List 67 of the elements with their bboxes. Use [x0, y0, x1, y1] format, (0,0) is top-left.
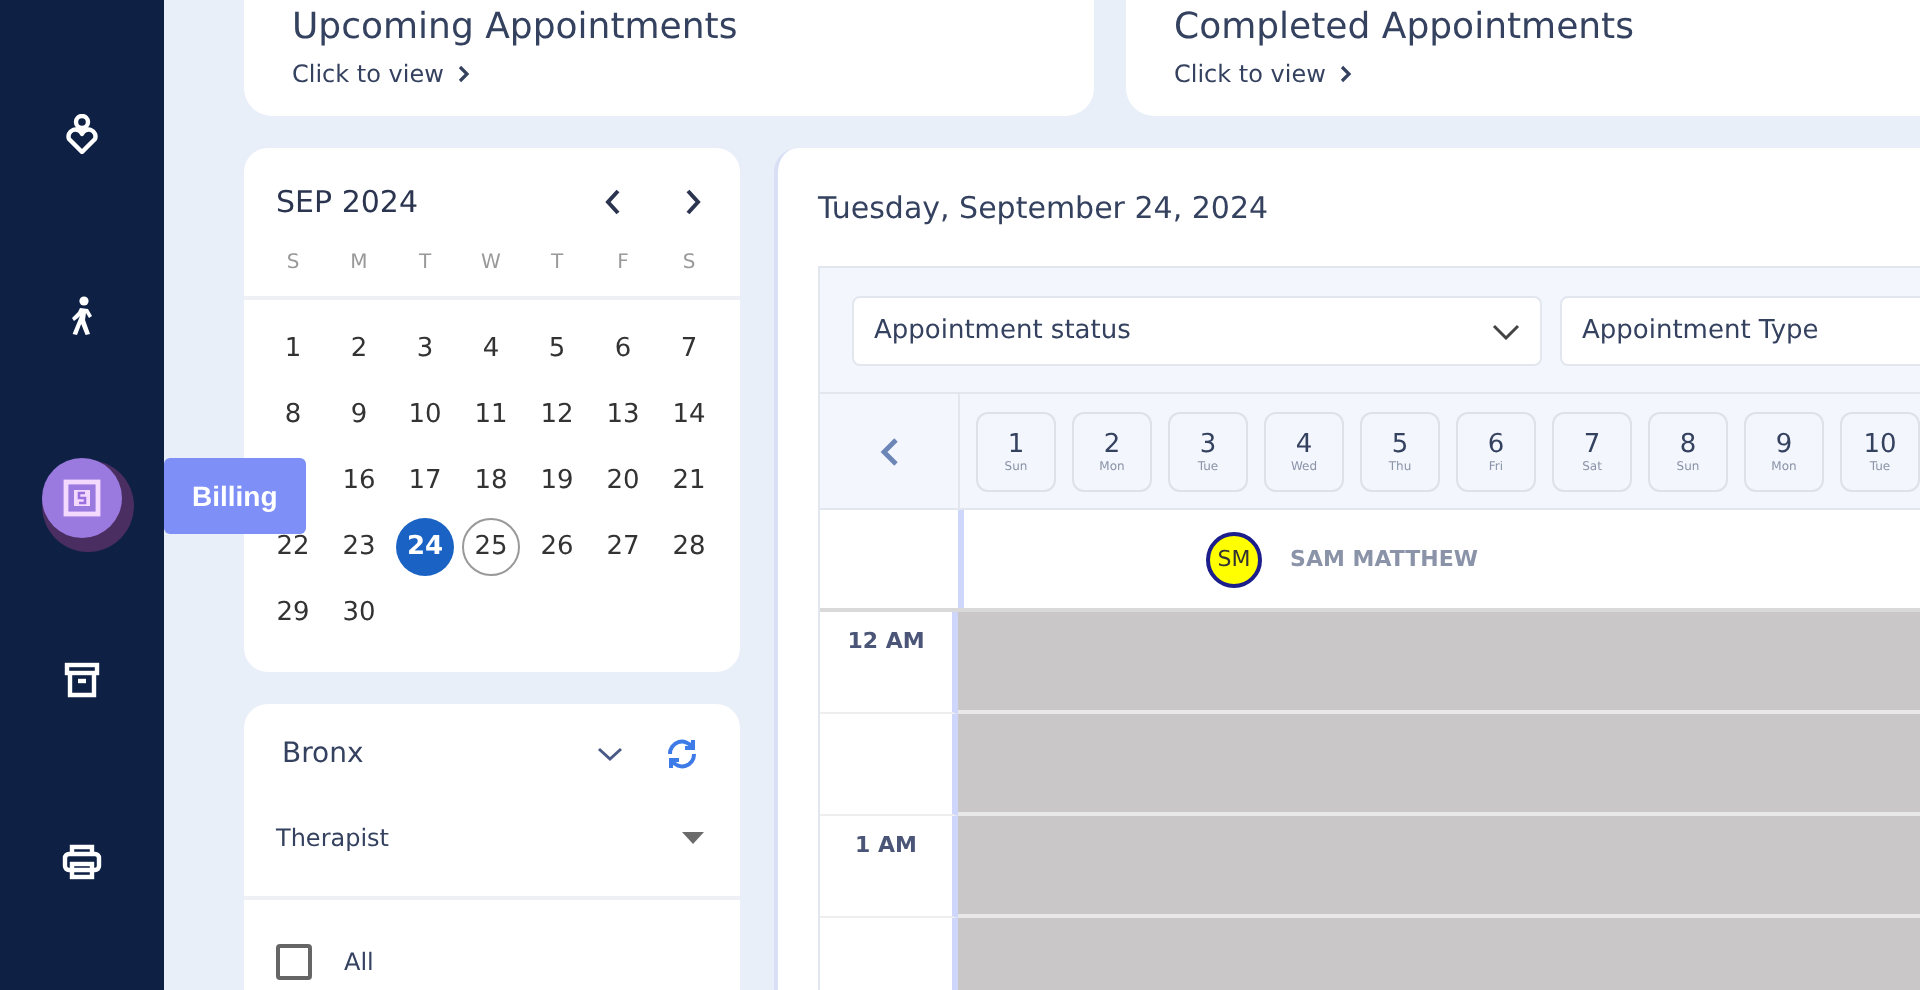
calendar-day[interactable]: 29 [264, 584, 322, 642]
billing-icon [62, 478, 102, 518]
calendar-day[interactable]: 13 [594, 386, 652, 444]
calendar-day[interactable]: 24 [396, 518, 454, 576]
provider-name: SAM MATTHEW [1290, 546, 1478, 572]
weekday-label: T [416, 251, 434, 273]
view-link[interactable]: Click to view [1174, 60, 1918, 88]
chevron-right-icon [683, 188, 701, 216]
month-title: SEP 2024 [276, 184, 418, 220]
calendar-day[interactable]: 11 [462, 386, 520, 444]
calendar-day[interactable]: 27 [594, 518, 652, 576]
calendar-day[interactable]: 7 [660, 320, 718, 378]
calendar-day[interactable]: 12 [528, 386, 586, 444]
checkbox[interactable] [276, 944, 312, 980]
date-title: Tuesday, September 24, 2024 [818, 190, 1271, 230]
weekday-label: M [348, 251, 370, 273]
nav-button[interactable] [42, 458, 122, 538]
calendar-day[interactable]: 4 [462, 320, 520, 378]
card-title: Upcoming Appointments [292, 6, 740, 48]
calendar-day[interactable]: 21 [660, 452, 718, 510]
calendar-day[interactable]: 19 [528, 452, 586, 510]
calendar-day[interactable]: 3 [396, 320, 454, 378]
calendar-day[interactable]: 16 [330, 452, 388, 510]
caret-down-icon [682, 832, 704, 844]
person-heart-icon [64, 114, 100, 154]
dropdown-placeholder: Appointment Type [1582, 316, 1819, 346]
therapist-dropdown[interactable]: Therapist [244, 772, 740, 900]
calendar-day[interactable]: 20 [594, 452, 652, 510]
checkbox-label: All [344, 948, 374, 976]
chevron-right-icon [1337, 64, 1354, 84]
chevron-down-icon [1492, 323, 1520, 339]
calendar-day[interactable]: 8 [264, 386, 322, 444]
calendar-day[interactable]: 25 [462, 518, 520, 576]
calendar-day[interactable]: 9 [330, 386, 388, 444]
weekday-label: S [284, 251, 302, 273]
calendar-day[interactable]: 18 [462, 452, 520, 510]
calendar-day[interactable]: 28 [660, 518, 718, 576]
calendar-day[interactable]: 30 [330, 584, 388, 642]
calendar-day[interactable]: 23 [330, 518, 388, 576]
weekday-label: T [548, 251, 566, 273]
walking-person-icon [66, 296, 98, 336]
calendar-day[interactable]: 6 [594, 320, 652, 378]
chevron-down-icon [596, 746, 624, 762]
weekday-label: W [479, 251, 503, 273]
refresh-icon[interactable] [664, 736, 700, 772]
calendar-day[interactable]: 2 [330, 320, 388, 378]
tooltip: Billing [164, 458, 306, 534]
calendar-day[interactable]: 17 [396, 452, 454, 510]
appointment-dropdown[interactable]: Appointment Type [1560, 296, 1920, 366]
calendar-day[interactable]: 14 [660, 386, 718, 444]
avatar: SM [1206, 531, 1263, 587]
calendar-day[interactable]: 10 [396, 386, 454, 444]
appointment-dropdown[interactable]: Appointment status [852, 296, 1542, 366]
archive-icon [64, 662, 100, 698]
dropdown-placeholder: Appointment status [874, 316, 1131, 346]
view-link[interactable]: Click to view [292, 60, 1046, 88]
printer-icon [62, 844, 102, 880]
calendar-day[interactable]: 5 [528, 320, 586, 378]
calendar-day[interactable]: 26 [528, 518, 586, 576]
calendar-day[interactable]: 1 [264, 320, 322, 378]
card-title: Completed Appointments [1174, 6, 1636, 48]
weekday-label: F [615, 251, 631, 273]
chevron-left-icon [879, 435, 899, 467]
chevron-right-icon [455, 64, 472, 84]
location-dropdown[interactable]: Bronx [282, 738, 664, 770]
chevron-left-icon [603, 188, 621, 216]
weekday-label: S [680, 251, 698, 273]
